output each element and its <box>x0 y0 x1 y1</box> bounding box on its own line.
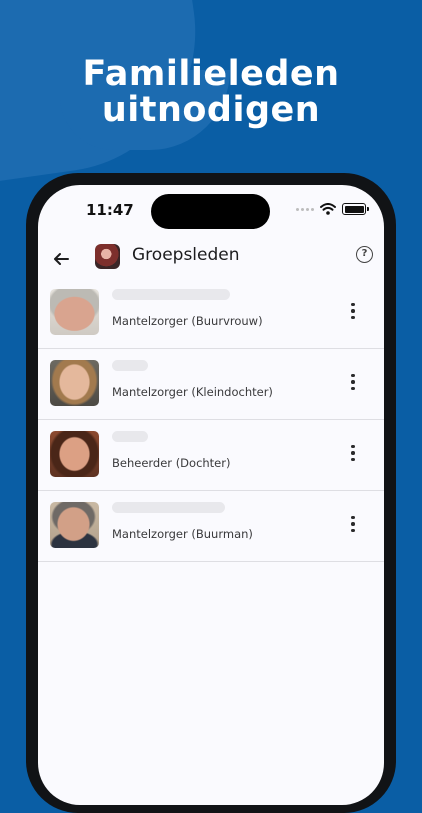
battery-icon <box>342 203 369 215</box>
status-time: 11:47 <box>86 201 134 219</box>
name-placeholder <box>112 431 148 442</box>
member-role: Beheerder (Dochter) <box>112 456 231 470</box>
headline-line-2: uitnodigen <box>101 90 321 130</box>
member-role: Mantelzorger (Kleindochter) <box>112 385 273 399</box>
app-bar: Groepsleden ? <box>38 239 384 283</box>
avatar <box>50 360 99 406</box>
back-arrow-icon[interactable] <box>51 249 71 269</box>
group-avatar <box>95 244 120 269</box>
member-role: Mantelzorger (Buurvrouw) <box>112 314 263 328</box>
avatar <box>50 431 99 477</box>
avatar <box>50 502 99 548</box>
signal-icon <box>296 207 314 211</box>
list-item[interactable]: Mantelzorger (Kleindochter) <box>38 349 384 420</box>
more-options-icon[interactable] <box>344 298 362 324</box>
help-icon[interactable]: ? <box>356 246 373 263</box>
name-placeholder <box>112 360 148 371</box>
more-options-icon[interactable] <box>344 511 362 537</box>
headline: Familieleden uitnodigen <box>0 56 422 128</box>
dynamic-island <box>151 194 270 229</box>
phone-screen: 11:47 Groepsleden ? Mantelzorger (Buurvr… <box>38 185 384 805</box>
list-item[interactable]: Mantelzorger (Buurvrouw) <box>38 278 384 349</box>
member-list: Mantelzorger (Buurvrouw) Mantelzorger (K… <box>38 278 384 562</box>
wifi-icon <box>320 203 336 215</box>
status-icons <box>296 201 369 217</box>
name-placeholder <box>112 289 230 300</box>
avatar <box>50 289 99 335</box>
member-role: Mantelzorger (Buurman) <box>112 527 253 541</box>
headline-line-1: Familieleden <box>82 54 340 94</box>
page-title: Groepsleden <box>132 245 240 265</box>
more-options-icon[interactable] <box>344 440 362 466</box>
name-placeholder <box>112 502 225 513</box>
more-options-icon[interactable] <box>344 369 362 395</box>
list-item[interactable]: Beheerder (Dochter) <box>38 420 384 491</box>
list-item[interactable]: Mantelzorger (Buurman) <box>38 491 384 562</box>
